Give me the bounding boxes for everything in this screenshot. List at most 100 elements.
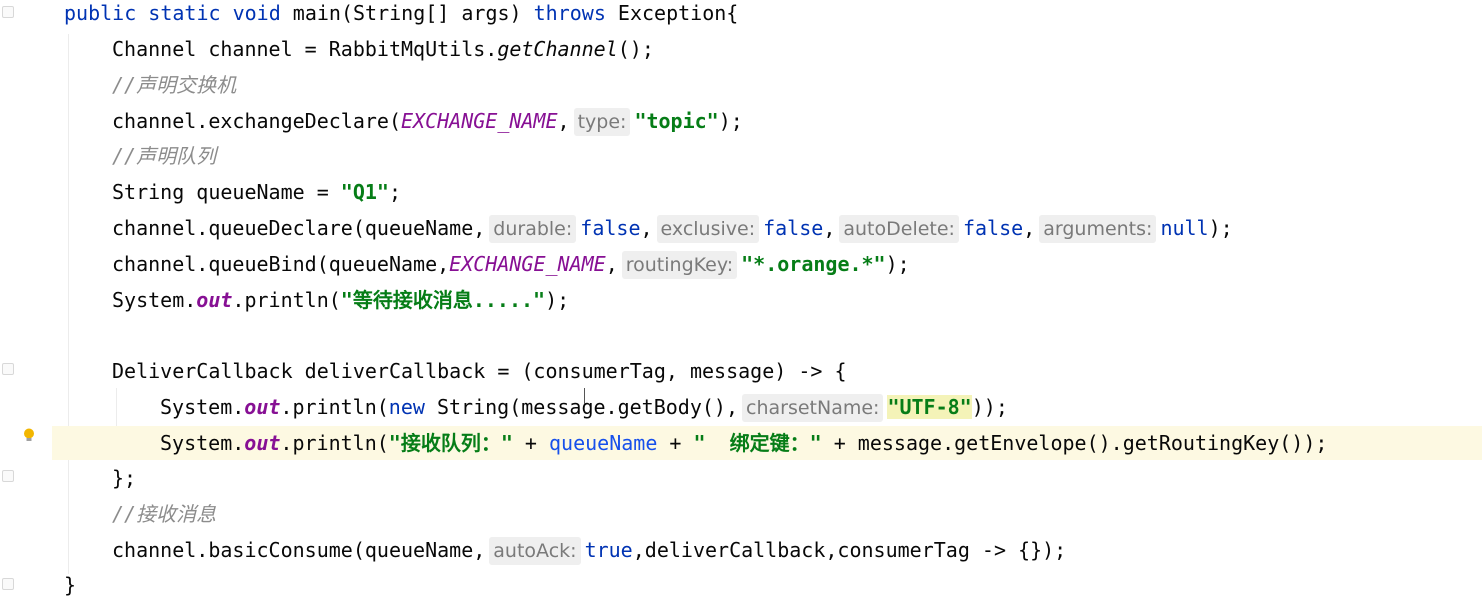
code-editor[interactable]: public static void main(String[] args) t… xyxy=(52,0,1482,600)
text-caret xyxy=(584,388,585,404)
fold-marker-icon[interactable] xyxy=(2,470,14,482)
token-static-m: getChannel xyxy=(497,37,618,61)
token-kw: public static void xyxy=(64,1,281,25)
token-text: String(message.getBody(), xyxy=(424,395,738,419)
code-line[interactable]: //接收消息 xyxy=(52,497,1482,531)
token-text: ); xyxy=(1208,216,1233,240)
token-str: "*.orange.*" xyxy=(741,252,886,276)
token-kw: null xyxy=(1160,216,1209,240)
token-str: " 绑定键：" xyxy=(693,431,822,455)
token-text: ; xyxy=(388,180,401,204)
code-line-content: public static void main(String[] args) t… xyxy=(64,0,738,30)
code-line[interactable]: System.out.println(new String(message.ge… xyxy=(52,390,1482,424)
token-text: Exception{ xyxy=(605,1,739,25)
code-line-content: channel.basicConsume(queueName, autoAck: t… xyxy=(112,533,1066,567)
token-text: channel.queueBind(queueName, xyxy=(112,252,450,276)
parameter-hint: routingKey: xyxy=(621,251,738,279)
token-text: channel.exchangeDeclare( xyxy=(112,109,401,133)
lightbulb-icon[interactable] xyxy=(22,428,36,442)
token-text: + xyxy=(657,431,694,455)
code-line[interactable]: //声明队列 xyxy=(52,139,1482,173)
fold-marker-icon[interactable] xyxy=(2,6,14,18)
parameter-hint: autoDelete: xyxy=(839,215,959,243)
token-kw: false xyxy=(763,216,824,240)
code-line[interactable]: channel.exchangeDeclare(EXCHANGE_NAME, ty… xyxy=(52,104,1482,138)
token-static-f: out xyxy=(196,288,233,312)
code-line[interactable]: //声明交换机 xyxy=(52,68,1482,102)
token-italic-const: EXCHANGE_NAME xyxy=(449,252,606,276)
token-text: + xyxy=(512,431,550,455)
code-line[interactable]: channel.queueDeclare(queueName, durable: f… xyxy=(52,211,1482,245)
token-text: .println( xyxy=(232,288,341,312)
token-str: "接收队列：" xyxy=(388,431,513,455)
code-line-content: } xyxy=(64,568,76,602)
token-cmt: //声明队列 xyxy=(112,144,217,168)
code-line-content: channel.queueBind(queueName,EXCHANGE_NAM… xyxy=(112,247,910,281)
token-italic-const: EXCHANGE_NAME xyxy=(400,109,558,133)
code-line-content: }; xyxy=(112,461,136,495)
fold-marker-icon[interactable] xyxy=(2,363,14,375)
token-text: ); xyxy=(885,252,910,276)
code-line-content: //接收消息 xyxy=(112,497,216,531)
code-line[interactable] xyxy=(52,318,1482,352)
token-str: "等待接收消息....." xyxy=(340,288,546,312)
code-line-content: String queueName = "Q1"; xyxy=(112,175,401,209)
parameter-hint: durable: xyxy=(489,215,577,243)
token-text: System. xyxy=(112,288,197,312)
token-kw: new xyxy=(388,395,425,419)
token-text: , xyxy=(640,216,653,240)
token-text: .println( xyxy=(280,431,389,455)
token-text: (); xyxy=(617,37,654,61)
token-text: , xyxy=(605,252,618,276)
token-kw: true xyxy=(584,538,633,562)
code-line[interactable]: System.out.println("接收队列：" + queueName +… xyxy=(52,426,1482,460)
token-text: } xyxy=(64,573,77,597)
token-static-f: out xyxy=(244,395,281,419)
token-text: System. xyxy=(160,395,245,419)
token-str: "Q1" xyxy=(340,180,389,204)
parameter-hint: exclusive: xyxy=(656,215,760,243)
token-text: ); xyxy=(718,109,743,133)
token-text: + message.getEnvelope().getRoutingKey())… xyxy=(821,431,1328,455)
token-text: .println( xyxy=(280,395,389,419)
token-text: channel.basicConsume(queueName, xyxy=(112,538,486,562)
token-text: Channel channel = RabbitMqUtils. xyxy=(112,37,498,61)
token-param: queueName xyxy=(549,431,658,455)
token-str: "topic" xyxy=(634,109,719,133)
token-cmt: //声明交换机 xyxy=(112,73,237,97)
token-text: , xyxy=(557,109,570,133)
code-line[interactable]: }; xyxy=(52,461,1482,495)
token-text: DeliverCallback deliverCallback = (consu… xyxy=(112,359,847,383)
parameter-hint: arguments: xyxy=(1039,215,1157,243)
token-text: main(String[] args) xyxy=(280,1,534,25)
code-line[interactable]: DeliverCallback deliverCallback = (consu… xyxy=(52,354,1482,388)
code-line[interactable]: channel.queueBind(queueName,EXCHANGE_NAM… xyxy=(52,247,1482,281)
token-text: , xyxy=(823,216,836,240)
token-text: String queueName = xyxy=(112,180,341,204)
code-line[interactable]: Channel channel = RabbitMqUtils.getChann… xyxy=(52,32,1482,66)
token-static-f: out xyxy=(244,431,281,455)
code-line[interactable]: channel.basicConsume(queueName, autoAck: t… xyxy=(52,533,1482,567)
code-line[interactable]: public static void main(String[] args) t… xyxy=(52,0,1482,30)
token-kw: throws xyxy=(533,1,606,25)
editor-gutter xyxy=(0,0,52,600)
fold-marker-icon[interactable] xyxy=(2,578,14,590)
token-text: System. xyxy=(160,431,245,455)
code-line[interactable]: System.out.println("等待接收消息....."); xyxy=(52,283,1482,317)
token-kw: false xyxy=(580,216,641,240)
code-line-content: channel.queueDeclare(queueName, durable: f… xyxy=(112,211,1233,245)
code-line-content: DeliverCallback deliverCallback = (consu… xyxy=(112,354,847,388)
token-cmt: //接收消息 xyxy=(112,502,217,526)
code-line[interactable]: } xyxy=(52,568,1482,602)
code-line-content: //声明交换机 xyxy=(112,68,236,102)
token-kw: false xyxy=(962,216,1024,240)
token-text: , xyxy=(1023,216,1036,240)
token-text: ,deliverCallback,consumerTag -> {}); xyxy=(632,538,1067,562)
code-line-content: System.out.println("接收队列：" + queueName +… xyxy=(160,426,1327,460)
code-line-content: channel.exchangeDeclare(EXCHANGE_NAME, ty… xyxy=(112,104,743,138)
code-line-content: System.out.println("等待接收消息....."); xyxy=(112,283,569,317)
token-text: )); xyxy=(971,395,1008,419)
code-line[interactable]: String queueName = "Q1"; xyxy=(52,175,1482,209)
parameter-hint: type: xyxy=(573,108,631,136)
parameter-hint: autoAck: xyxy=(489,537,581,565)
